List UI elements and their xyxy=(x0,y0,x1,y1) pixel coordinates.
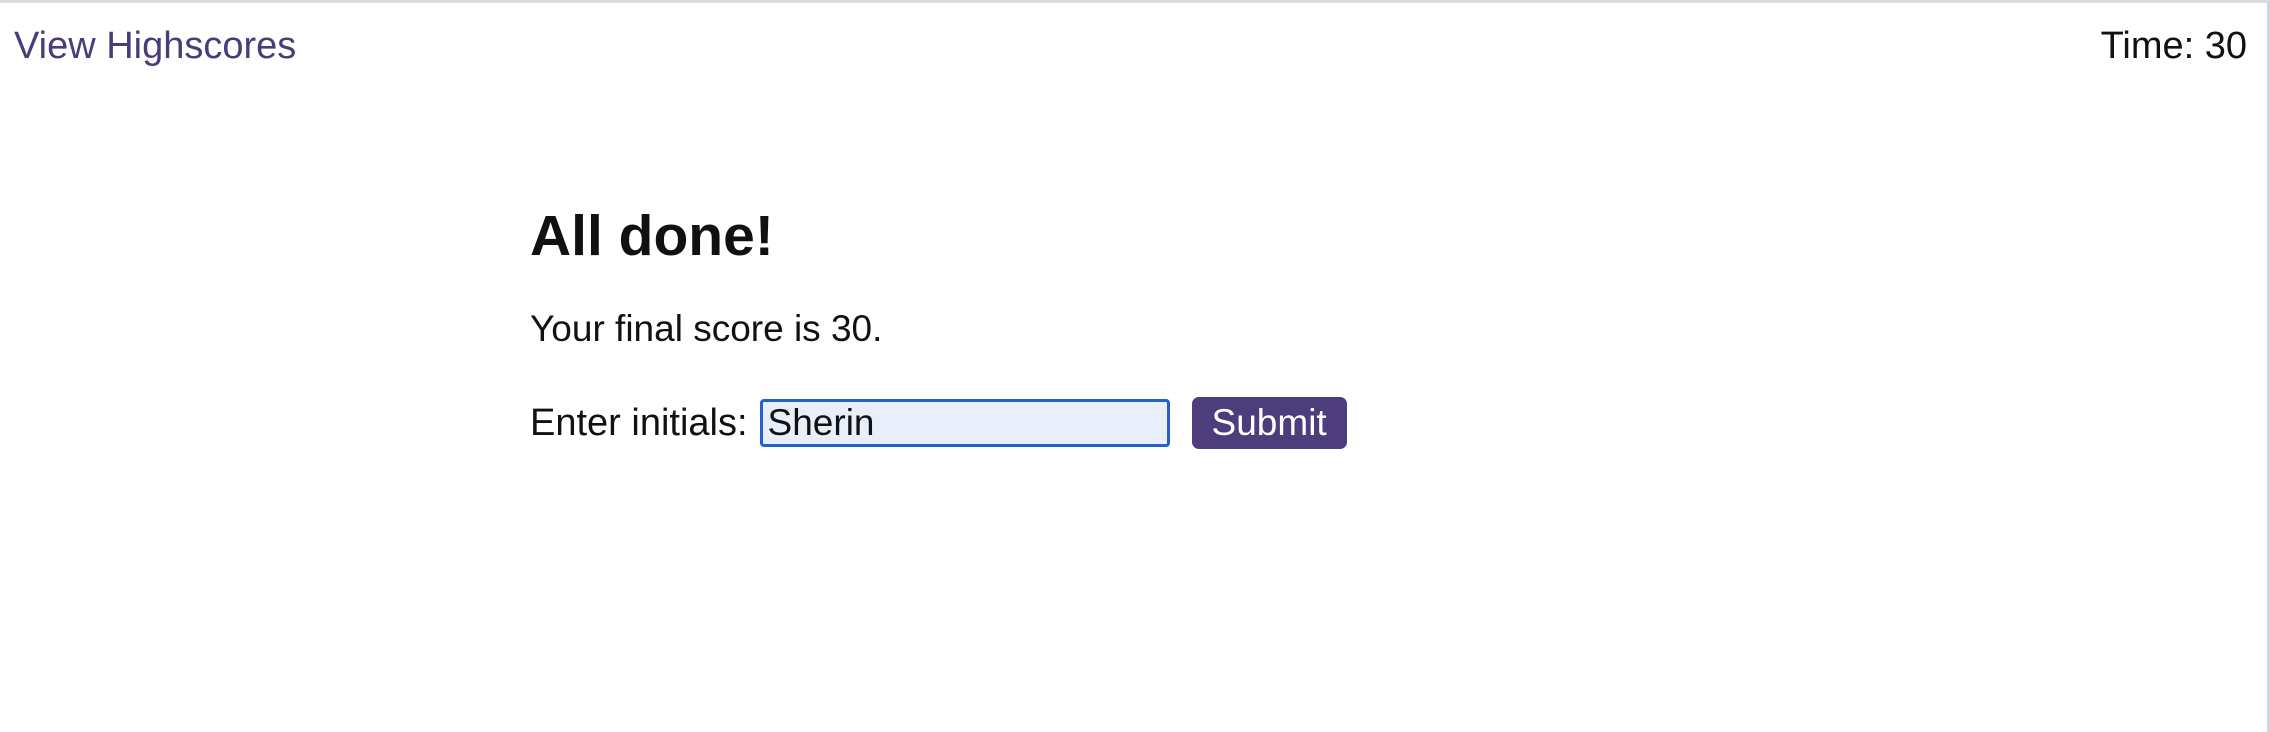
timer-display: Time: 30 xyxy=(2100,25,2247,67)
final-score-text: Your final score is 30. xyxy=(530,308,883,349)
submit-button[interactable]: Submit xyxy=(1191,397,1347,449)
initials-form: Enter initials: Submit xyxy=(530,395,1730,451)
view-highscores-link[interactable]: View Highscores xyxy=(14,23,296,69)
initials-label: Enter initials: xyxy=(530,402,748,444)
quiz-page: View Highscores Time: 30 All done! Your … xyxy=(0,0,2270,732)
page-title: All done! xyxy=(530,204,774,268)
results-section: All done! Your final score is 30. Enter … xyxy=(530,203,1730,451)
initials-input[interactable] xyxy=(759,399,1170,447)
